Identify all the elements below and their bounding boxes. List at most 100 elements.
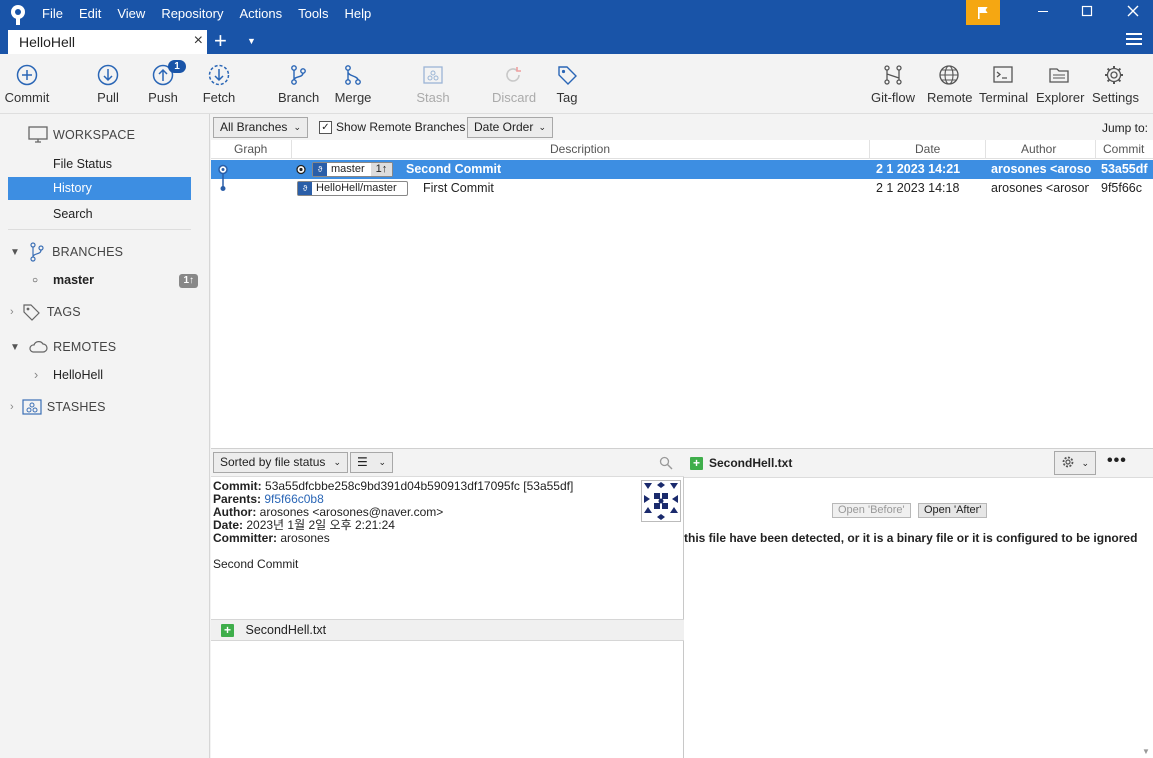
sidebar: WORKSPACE File Status History Search ▼ B… [0,114,210,758]
branch-button[interactable]: Branch [278,54,319,112]
avatar [641,480,681,522]
workspace-label: WORKSPACE [53,128,136,142]
commit-author: arosones <arosone [991,181,1089,195]
scroll-down-icon[interactable]: ▼ [1142,747,1150,756]
maximize-button[interactable] [1077,4,1097,22]
gear-icon [1105,66,1123,84]
menu-file[interactable]: File [42,6,63,22]
sidebar-item-search[interactable]: Search [8,203,191,226]
explorer-label: Explorer [1036,90,1085,105]
author-value: arosones <arosones@naver.com> [259,505,444,519]
diff-options-dropdown[interactable]: ⌄ [1054,451,1096,475]
show-remote-branches-checkbox[interactable]: ✓ Show Remote Branches [319,120,465,134]
sidebar-item-master[interactable]: ○ master 1↑ [8,269,198,292]
master-label: master [53,273,94,287]
hamburger-menu-icon[interactable] [1126,33,1142,48]
date-column-header[interactable]: Date [915,142,940,156]
menu-edit[interactable]: Edit [79,6,101,22]
push-button[interactable]: Push 1 [146,54,186,112]
terminal-icon [993,66,1013,83]
description-column-header[interactable]: Description [550,142,610,156]
tab-list-chevron-down-icon[interactable]: ▼ [247,36,256,46]
sidebar-item-remote-hellohell[interactable]: › HelloHell [8,364,191,387]
menu-bar: File Edit View Repository Actions Tools … [42,6,387,22]
branches-header[interactable]: ▼ BRANCHES [10,241,123,263]
folder-icon [1049,68,1069,83]
table-row[interactable]: ϑ HelloHell/master First Commit 2 1 2023… [211,179,1153,198]
diff-toolbar: + SecondHell.txt ⌄ ••• [684,449,1153,478]
tag-icon [23,304,40,321]
file-sort-dropdown[interactable]: Sorted by file status ⌄ [213,452,348,473]
merge-label: Merge [334,90,372,105]
branch-filter-dropdown[interactable]: All Branches ⌄ [213,117,308,138]
open-after-button[interactable]: Open 'After' [918,503,988,518]
menu-repository[interactable]: Repository [161,6,223,22]
explorer-button[interactable]: Explorer [1036,54,1085,112]
push-count-badge: 1 [168,60,186,73]
pull-label: Pull [97,90,119,105]
sidebar-item-file-status[interactable]: File Status [8,153,191,176]
settings-button[interactable]: Settings [1092,54,1139,112]
terminal-button[interactable]: Terminal [979,54,1029,112]
merge-button[interactable]: Merge [334,54,372,112]
remote-label: Remote [927,90,973,105]
sort-order-dropdown[interactable]: Date Order ⌄ [467,117,553,138]
search-icon[interactable] [659,456,673,470]
main-toolbar: Commit Pull Push 1 Fetch Branch Merge St… [0,54,1153,114]
tag-button[interactable]: Tag [554,54,580,112]
ref-label: master [331,163,365,175]
remote-button[interactable]: Remote [927,54,973,112]
menu-help[interactable]: Help [344,6,371,22]
open-before-button[interactable]: Open 'Before' [832,503,911,518]
more-options-icon[interactable]: ••• [1107,452,1127,470]
settings-label: Settings [1092,90,1139,105]
history-filter-bar: All Branches ⌄ ✓ Show Remote Branches Da… [211,114,1153,140]
stashes-header[interactable]: › STASHES [10,396,106,418]
author-column-header[interactable]: Author [1021,142,1056,156]
chevron-down-icon: ⌄ [1081,458,1089,468]
pull-button[interactable]: Pull [92,54,124,112]
parent-sha-link[interactable]: 9f5f66c0b8 [264,492,323,506]
master-ahead-badge: 1↑ [179,274,198,288]
head-indicator-icon [296,164,306,175]
divider [8,229,191,230]
menu-tools[interactable]: Tools [298,6,328,22]
ahead-badge: 1↑ [370,163,393,176]
table-row[interactable]: ϑ master 1↑ Second Commit 2 1 2023 14:21… [211,160,1153,179]
commit-full-message: Second Commit [213,557,299,571]
repo-tab[interactable]: HelloHell × [8,30,207,54]
diff-scrollbar[interactable]: ▼ [1139,478,1153,758]
minimize-button[interactable] [1033,4,1053,22]
notification-flag-button[interactable] [966,0,1000,25]
chevron-down-icon: ▼ [10,246,21,258]
close-tab-icon[interactable]: × [194,32,203,50]
changed-file-row[interactable]: + SecondHell.txt [211,619,684,641]
view-mode-dropdown[interactable]: ☰ ⌄ [350,452,393,473]
terminal-label: Terminal [979,90,1029,105]
branch-icon [291,65,306,85]
new-tab-button[interactable]: + [214,29,227,53]
fetch-button[interactable]: Fetch [202,54,236,112]
changed-file-name: SecondHell.txt [245,623,327,637]
commit-button[interactable]: Commit [4,54,50,112]
discard-button[interactable]: Discard [492,54,536,112]
commit-field-label: Commit: [213,479,262,493]
stash-button[interactable]: Stash [416,54,450,112]
branch-icon: ϑ [313,163,327,176]
commit-message: First Commit [423,181,494,195]
menu-actions[interactable]: Actions [239,6,282,22]
sidebar-item-history[interactable]: History [8,177,191,200]
gitflow-button[interactable]: Git-flow [870,54,916,112]
list-view-icon: ☰ [357,455,368,469]
graph-column-header[interactable]: Graph [234,142,267,156]
tags-header[interactable]: › TAGS [10,301,81,323]
remotes-header[interactable]: ▼ REMOTES [10,336,116,358]
commit-label: Commit [4,90,50,105]
branch-icon [30,242,44,262]
maximize-icon [1081,5,1093,17]
diff-message: this file have been detected, or it is a… [684,531,1144,545]
tag-icon [558,66,577,85]
menu-view[interactable]: View [117,6,145,22]
commit-column-header[interactable]: Commit [1103,142,1144,156]
close-button[interactable] [1123,4,1143,22]
